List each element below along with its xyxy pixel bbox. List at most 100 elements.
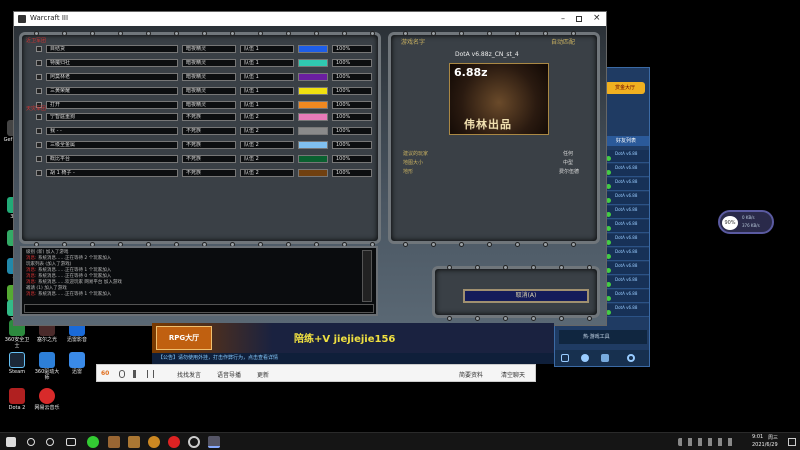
desktop-icon-steam[interactable]: Steam	[4, 352, 30, 375]
handicap-dropdown[interactable]: 100%	[332, 113, 372, 121]
handicap-dropdown[interactable]: 100%	[332, 45, 372, 53]
handicap-dropdown[interactable]: 100%	[332, 155, 372, 163]
desktop-icon-360driver[interactable]: 360驱动大师	[34, 352, 60, 381]
team-dropdown[interactable]: 队伍 1	[240, 73, 294, 81]
player-name-field[interactable]: 目结货	[46, 45, 178, 53]
notice-bar[interactable]: 【公告】请勿使用外挂，打击作弊行为，点击查看详情	[152, 353, 554, 364]
race-dropdown[interactable]: 暗夜精灵	[182, 73, 236, 81]
race-dropdown[interactable]: 不死族	[182, 155, 236, 163]
player-name-field[interactable]: 三黄荣耀	[46, 87, 178, 95]
handicap-dropdown[interactable]: 100%	[332, 101, 372, 109]
race-dropdown[interactable]: 不死族	[182, 113, 236, 121]
gold-badge[interactable]: 赏金大厅	[605, 82, 645, 94]
desktop-icon-dota2[interactable]: Dota 2	[4, 388, 30, 411]
race-dropdown[interactable]: 暗夜精灵	[182, 101, 236, 109]
handicap-dropdown[interactable]: 100%	[332, 141, 372, 149]
notification-icon[interactable]	[788, 438, 796, 446]
window-titlebar[interactable]: Warcraft III – ×	[14, 12, 606, 26]
chat-input[interactable]	[24, 304, 374, 313]
windows-start-icon[interactable]	[6, 437, 16, 447]
player-name-field[interactable]: 打开	[46, 101, 178, 109]
warcraft3-task-icon[interactable]	[208, 436, 220, 448]
race-dropdown[interactable]: 暗夜精灵	[182, 59, 236, 67]
team-dropdown[interactable]: 队伍 2	[240, 155, 294, 163]
sidebar-game-item[interactable]: DotA v6.88	[603, 192, 649, 205]
clear-chat-button[interactable]: 清空聊天	[501, 370, 525, 379]
menu-icon[interactable]	[561, 354, 569, 362]
sidebar-game-item[interactable]: DotA v6.88	[603, 150, 649, 163]
team-dropdown[interactable]: 队伍 1	[240, 87, 294, 95]
game-app-icon[interactable]	[108, 436, 120, 448]
cancel-button[interactable]: 取消(A)	[463, 289, 589, 303]
team-dropdown[interactable]: 队伍 1	[240, 59, 294, 67]
settings-task-icon[interactable]	[188, 436, 200, 448]
player-color-swatch[interactable]	[298, 73, 328, 81]
rpg-lobby-badge[interactable]: RPG大厅	[156, 326, 212, 350]
close-icon[interactable]: ×	[593, 13, 601, 23]
team-dropdown[interactable]: 队伍 1	[240, 45, 294, 53]
chat-scrollbar[interactable]	[362, 250, 372, 302]
sidebar-footer[interactable]: 热·游戏工具	[559, 330, 647, 344]
handicap-dropdown[interactable]: 100%	[332, 169, 372, 177]
race-dropdown[interactable]: 暗夜精灵	[182, 87, 236, 95]
player-name-field[interactable]: 特魔归社	[46, 59, 178, 67]
player-name-field[interactable]: 阿莫林老	[46, 73, 178, 81]
player-color-swatch[interactable]	[298, 127, 328, 135]
netease-music-task-icon[interactable]	[168, 436, 180, 448]
warcraft-task-icon[interactable]	[128, 436, 140, 448]
player-color-swatch[interactable]	[298, 87, 328, 95]
speaker-icon[interactable]	[133, 370, 140, 378]
equalizer-icon[interactable]	[147, 370, 154, 378]
microphone-icon[interactable]	[119, 370, 125, 378]
sidebar-game-item[interactable]: DotA v6.88	[603, 290, 649, 303]
race-dropdown[interactable]: 不死族	[182, 127, 236, 135]
race-dropdown[interactable]: 暗夜精灵	[182, 45, 236, 53]
settings-icon[interactable]	[627, 354, 635, 362]
task-view-icon[interactable]	[46, 438, 54, 446]
player-name-field[interactable]: 胡 1 椅子 -	[46, 169, 178, 177]
player-color-swatch[interactable]	[298, 169, 328, 177]
player-color-swatch[interactable]	[298, 59, 328, 67]
clock-time[interactable]: 9:01	[752, 434, 763, 440]
sidebar-game-item[interactable]: DotA v6.88	[603, 234, 649, 247]
team-dropdown[interactable]: 队伍 2	[240, 127, 294, 135]
handicap-dropdown[interactable]: 100%	[332, 127, 372, 135]
team-dropdown[interactable]: 队伍 2	[240, 141, 294, 149]
profile-button[interactable]: 简要资料	[459, 370, 483, 379]
team-dropdown[interactable]: 队伍 1	[240, 101, 294, 109]
search-icon[interactable]	[27, 438, 35, 446]
handicap-dropdown[interactable]: 100%	[332, 73, 372, 81]
sidebar-game-item[interactable]: DotA v6.88	[603, 276, 649, 289]
user-icon[interactable]	[581, 354, 589, 362]
player-color-swatch[interactable]	[298, 45, 328, 53]
voice-broadcast-button[interactable]: 语音导播	[217, 370, 241, 379]
handicap-dropdown[interactable]: 100%	[332, 59, 372, 67]
player-color-swatch[interactable]	[298, 101, 328, 109]
friends-icon[interactable]	[601, 354, 609, 362]
team-dropdown[interactable]: 队伍 2	[240, 169, 294, 177]
race-dropdown[interactable]: 不死族	[182, 141, 236, 149]
maximize-icon[interactable]	[576, 16, 582, 22]
minimize-icon[interactable]: –	[561, 14, 565, 23]
race-dropdown[interactable]: 不死族	[182, 169, 236, 177]
sidebar-game-item[interactable]: DotA v6.88	[603, 220, 649, 233]
player-name-field[interactable]: 概比平台	[46, 155, 178, 163]
sidebar-game-item[interactable]: DotA v6.88	[603, 262, 649, 275]
sidebar-game-item[interactable]: DotA v6.88	[603, 248, 649, 261]
update-button[interactable]: 更新	[257, 370, 269, 379]
player-color-swatch[interactable]	[298, 141, 328, 149]
360-browser-icon[interactable]	[87, 436, 99, 448]
sidebar-game-item[interactable]: DotA v6.88	[603, 304, 649, 317]
sidebar-game-item[interactable]: DotA v6.88	[603, 164, 649, 177]
speed-widget[interactable]: 90% 0 KB/s 376 KB/s	[718, 210, 774, 234]
player-color-swatch[interactable]	[298, 155, 328, 163]
battlenet-icon[interactable]	[148, 436, 160, 448]
file-explorer-icon[interactable]	[66, 438, 76, 446]
tray-icons[interactable]	[678, 438, 738, 446]
player-name-field[interactable]: 三级全金属	[46, 141, 178, 149]
team-dropdown[interactable]: 队伍 2	[240, 113, 294, 121]
promo-banner[interactable]: RPG大厅 陪练+V jiejiejie156	[152, 323, 554, 353]
sidebar-game-item[interactable]: DotA v6.88	[603, 206, 649, 219]
handicap-dropdown[interactable]: 100%	[332, 87, 372, 95]
chat-speak-button[interactable]: 找找发言	[177, 370, 201, 379]
